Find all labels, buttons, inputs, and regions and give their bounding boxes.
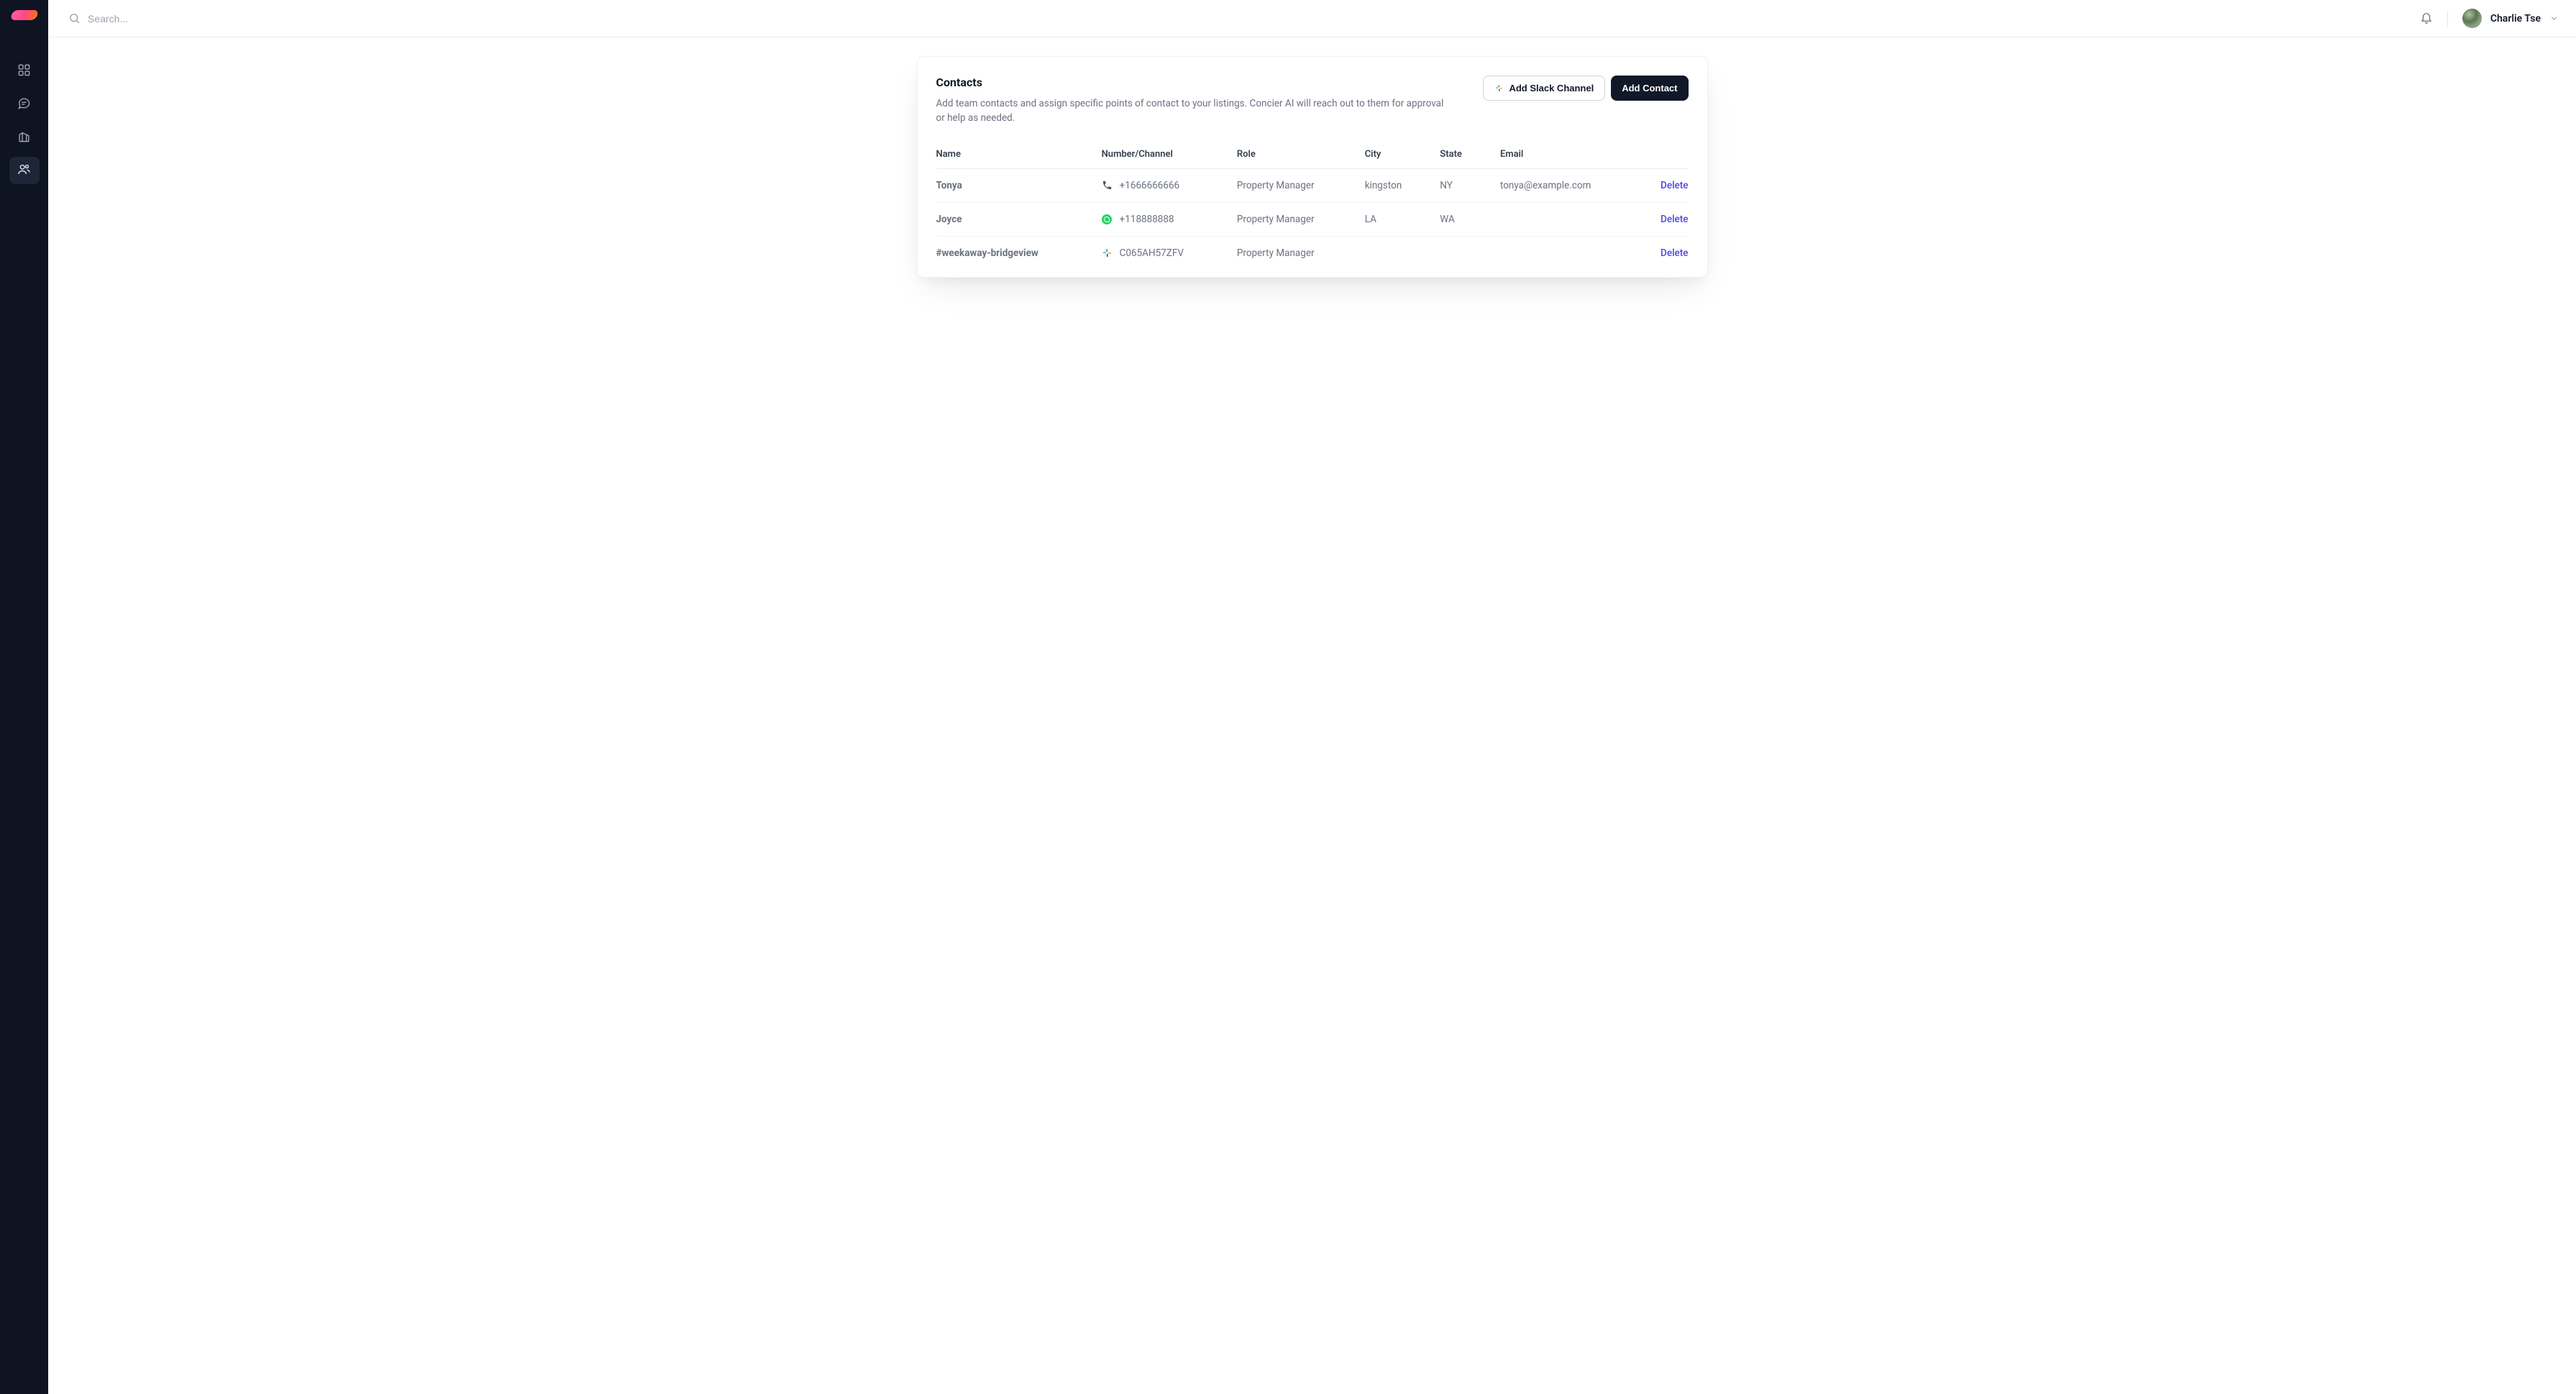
nav-contacts[interactable] xyxy=(9,157,40,184)
search-icon xyxy=(68,12,81,24)
table-row: Joyce +118888888 Property Manager xyxy=(936,202,1689,236)
divider xyxy=(2447,11,2448,27)
delete-link[interactable]: Delete xyxy=(1661,214,1688,225)
chat-icon xyxy=(17,96,31,113)
card-header: Contacts Add team contacts and assign sp… xyxy=(936,76,1689,126)
cell-number: C065AH57ZFV xyxy=(1102,236,1237,270)
cell-state xyxy=(1440,236,1500,270)
cell-name: Joyce xyxy=(936,202,1102,236)
cell-number: +118888888 xyxy=(1102,202,1237,236)
bell-icon xyxy=(2420,11,2433,27)
add-contact-label: Add Contact xyxy=(1622,83,1677,94)
search-input[interactable] xyxy=(88,13,303,24)
slack-icon xyxy=(1102,247,1113,258)
th-role: Role xyxy=(1237,142,1365,169)
user-name: Charlie Tse xyxy=(2490,13,2541,24)
contacts-card: Contacts Add team contacts and assign sp… xyxy=(917,56,1708,278)
delete-link[interactable]: Delete xyxy=(1661,247,1688,259)
contacts-table: Name Number/Channel Role City State Emai… xyxy=(936,142,1689,270)
phone-icon xyxy=(1102,180,1113,191)
main: Charlie Tse Contacts Add team contacts a… xyxy=(48,0,2576,1394)
add-slack-label: Add Slack Channel xyxy=(1509,83,1594,94)
nav-listings[interactable] xyxy=(9,124,40,151)
building-icon xyxy=(17,129,31,146)
th-city: City xyxy=(1365,142,1440,169)
th-email: Email xyxy=(1500,142,1628,169)
users-icon xyxy=(17,163,31,179)
cell-email: tonya@example.com xyxy=(1500,168,1628,202)
th-state: State xyxy=(1440,142,1500,169)
card-head-text: Contacts Add team contacts and assign sp… xyxy=(936,76,1455,126)
delete-link[interactable]: Delete xyxy=(1661,180,1688,191)
content: Contacts Add team contacts and assign sp… xyxy=(48,37,2576,1394)
cell-city: kingston xyxy=(1365,168,1440,202)
th-number: Number/Channel xyxy=(1102,142,1237,169)
cell-name: Tonya xyxy=(936,168,1102,202)
th-name: Name xyxy=(936,142,1102,169)
sidebar xyxy=(0,0,48,1394)
cell-city: LA xyxy=(1365,202,1440,236)
cell-city xyxy=(1365,236,1440,270)
nav-messages[interactable] xyxy=(9,91,40,118)
topbar-right: Charlie Tse xyxy=(2420,9,2559,28)
cell-number: +1666666666 xyxy=(1102,168,1237,202)
slack-icon xyxy=(1494,83,1504,93)
add-contact-button[interactable]: Add Contact xyxy=(1611,76,1688,101)
cell-role: Property Manager xyxy=(1237,202,1365,236)
card-actions: Add Slack Channel Add Contact xyxy=(1483,76,1688,101)
topbar: Charlie Tse xyxy=(48,0,2576,37)
grid-icon xyxy=(17,63,31,80)
whatsapp-icon xyxy=(1102,214,1113,224)
th-action xyxy=(1628,142,1689,169)
cell-role: Property Manager xyxy=(1237,168,1365,202)
table-header-row: Name Number/Channel Role City State Emai… xyxy=(936,142,1689,169)
avatar xyxy=(2462,9,2482,28)
cell-number-text: +118888888 xyxy=(1120,214,1174,225)
cell-role: Property Manager xyxy=(1237,236,1365,270)
notifications-button[interactable] xyxy=(2420,11,2433,27)
user-menu[interactable]: Charlie Tse xyxy=(2462,9,2559,28)
table-row: Tonya +1666666666 xyxy=(936,168,1689,202)
cell-email xyxy=(1500,202,1628,236)
search-wrap xyxy=(68,12,2420,24)
cell-state: NY xyxy=(1440,168,1500,202)
cell-name: #weekaway-bridgeview xyxy=(936,236,1102,270)
cell-number-text: C065AH57ZFV xyxy=(1120,247,1184,259)
logo[interactable] xyxy=(9,10,39,20)
page-subtitle: Add team contacts and assign specific po… xyxy=(936,96,1455,126)
nav-dashboard[interactable] xyxy=(9,58,40,85)
add-slack-button[interactable]: Add Slack Channel xyxy=(1483,76,1605,101)
chevron-down-icon xyxy=(2549,14,2559,23)
cell-email xyxy=(1500,236,1628,270)
nav-items xyxy=(0,58,48,184)
page-title: Contacts xyxy=(936,76,1455,89)
cell-number-text: +1666666666 xyxy=(1120,180,1180,191)
table-row: #weekaway-bridgeview xyxy=(936,236,1689,270)
cell-state: WA xyxy=(1440,202,1500,236)
